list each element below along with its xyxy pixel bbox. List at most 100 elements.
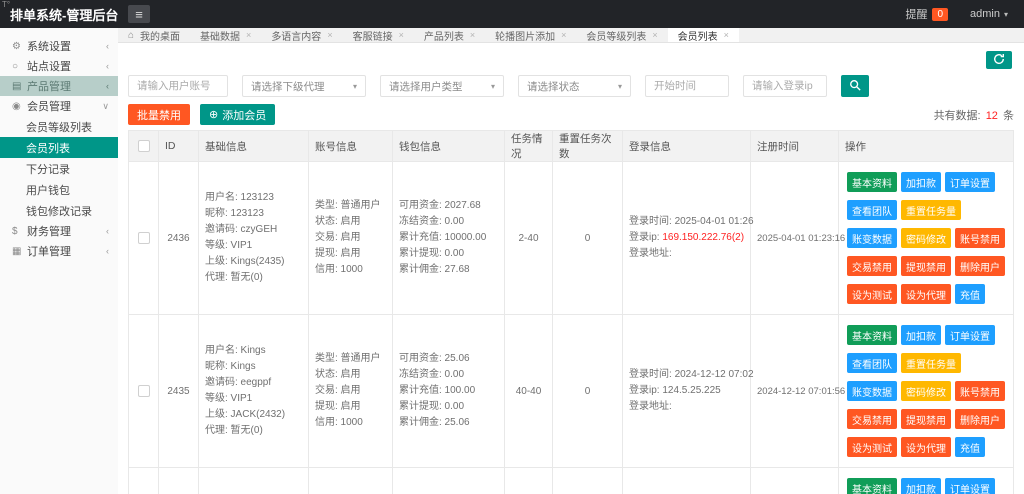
tab[interactable]: 产品列表× [414, 28, 485, 42]
account-input[interactable] [128, 75, 228, 97]
user-menu[interactable]: admin ▾ [970, 8, 1008, 20]
site-icon: ○ [12, 61, 27, 72]
delete-user-button[interactable]: 删除用户 [955, 256, 1005, 276]
disable-account-button[interactable]: 账号禁用 [955, 228, 1005, 248]
disable-withdraw-button[interactable]: 提现禁用 [901, 256, 951, 276]
chevron-down-icon: ∨ [102, 101, 109, 112]
sidebar-subitem[interactable]: 会员等级列表 [0, 116, 118, 137]
add-member-button[interactable]: ⊕ 添加会员 [200, 104, 275, 125]
start-time-input[interactable] [645, 75, 729, 97]
disable-account-button[interactable]: 账号禁用 [955, 381, 1005, 401]
tab[interactable]: 基础数据 × [190, 28, 261, 42]
disable-trade-button[interactable]: 交易禁用 [847, 409, 897, 429]
tab-label: 多语言内容 [271, 28, 321, 43]
close-icon[interactable]: × [561, 30, 566, 40]
column-header: 操作 [839, 131, 1014, 162]
table-row: 2436用户名: 123123昵称: 123123邀请码: czyGEH等级: … [129, 162, 1014, 315]
topbar: T° 排单系统-管理后台 ≡ 提醒 0 admin ▾ [0, 0, 1024, 28]
view-team-button[interactable]: 查看团队 [847, 200, 897, 220]
record-count-summary: 共有数据: 12 条 [934, 107, 1014, 123]
close-icon[interactable]: × [246, 30, 251, 40]
sidebar-subitem-label: 用户钱包 [26, 182, 70, 198]
sidebar-item-label: 会员管理 [27, 98, 71, 114]
chevron-left-icon: ‹ [106, 226, 109, 236]
set-as-test-button[interactable]: 设为测试 [847, 284, 897, 304]
row-checkbox[interactable] [138, 232, 150, 244]
adjust-funds-button[interactable]: 加扣款 [901, 478, 941, 494]
set-as-agent-button[interactable]: 设为代理 [901, 284, 951, 304]
agent-select[interactable]: 请选择下级代理 ▾ [242, 75, 366, 97]
order-settings-button[interactable]: 订单设置 [945, 325, 995, 345]
sidebar-item[interactable]: ◉会员管理 ∨ [0, 96, 118, 116]
change-password-button[interactable]: 密码修改 [901, 228, 951, 248]
basic-profile-button[interactable]: 基本资料 [847, 478, 897, 494]
recharge-button[interactable]: 充值 [955, 284, 985, 304]
notice-label[interactable]: 提醒 [905, 6, 927, 22]
login-ip-input[interactable] [743, 75, 827, 97]
topbar-right: 提醒 0 admin ▾ [905, 6, 1024, 22]
adjust-funds-button[interactable]: 加扣款 [901, 325, 941, 345]
search-button[interactable] [841, 75, 869, 97]
reset-task-count-button[interactable]: 重置任务量 [901, 353, 961, 373]
account-change-data-button[interactable]: 账变数据 [847, 381, 897, 401]
view-team-button[interactable]: 查看团队 [847, 353, 897, 373]
sidebar-subitem[interactable]: 钱包修改记录 [0, 200, 118, 221]
row-checkbox[interactable] [138, 385, 150, 397]
tab-label: 基础数据 [200, 28, 240, 43]
column-header: 任务情况 [505, 131, 553, 162]
reset-count-cell: 0 [553, 315, 623, 468]
close-icon[interactable]: × [399, 30, 404, 40]
sidebar-subitem-label: 会员列表 [26, 140, 70, 156]
notice-count-badge[interactable]: 0 [932, 8, 948, 21]
close-icon[interactable]: × [724, 30, 729, 40]
tab[interactable]: 多语言内容 × [261, 28, 342, 42]
task-status-cell: 40-40 [505, 315, 553, 468]
tab[interactable]: ⌂我的桌面 [118, 28, 190, 42]
basic-profile-button[interactable]: 基本资料 [847, 172, 897, 192]
wallet-info-cell: 可用资金: 2027.68冻结资金: 0.00累计充值: 10000.00累计提… [393, 162, 505, 315]
sidebar-item[interactable]: $财务管理‹ [0, 221, 118, 241]
status-select[interactable]: 请选择状态 ▾ [518, 75, 631, 97]
select-all-checkbox[interactable] [138, 140, 150, 152]
wallet-info-cell: 可用资金: 16.69冻结资金: 0.00累计充值: 100.00 [393, 468, 505, 494]
member-icon: ◉ [12, 101, 27, 112]
set-as-test-button[interactable]: 设为测试 [847, 437, 897, 457]
sidebar-subitem[interactable]: 用户钱包 [0, 179, 118, 200]
sidebar-item[interactable]: ▦订单管理‹ [0, 241, 118, 261]
caret-down-icon: ▾ [1004, 10, 1008, 19]
username: admin [970, 8, 1000, 20]
sidebar-item[interactable]: ▤产品管理‹ [0, 76, 118, 96]
tab[interactable]: 会员等级列表× [576, 28, 667, 42]
reset-task-count-button[interactable]: 重置任务量 [901, 200, 961, 220]
sidebar-item[interactable]: ○站点设置‹ [0, 56, 118, 76]
tab[interactable]: 会员列表× [668, 28, 739, 42]
sidebar-subitem[interactable]: 会员列表 [0, 137, 118, 158]
tab[interactable]: 轮播图片添加× [485, 28, 576, 42]
close-icon[interactable]: × [470, 30, 475, 40]
delete-user-button[interactable]: 删除用户 [955, 409, 1005, 429]
sidebar-subitem-label: 下分记录 [26, 161, 70, 177]
sidebar-item-label: 订单管理 [27, 243, 71, 259]
user-type-select[interactable]: 请选择用户类型 ▾ [380, 75, 504, 97]
sidebar-subitem[interactable]: 下分记录 [0, 158, 118, 179]
disable-withdraw-button[interactable]: 提现禁用 [901, 409, 951, 429]
close-icon[interactable]: × [652, 30, 657, 40]
account-change-data-button[interactable]: 账变数据 [847, 228, 897, 248]
chevron-left-icon: ‹ [106, 41, 109, 51]
tab[interactable]: 客服链接× [343, 28, 414, 42]
order-settings-button[interactable]: 订单设置 [945, 172, 995, 192]
close-icon[interactable]: × [327, 30, 332, 40]
batch-disable-button[interactable]: 批量禁用 [128, 104, 190, 125]
recharge-button[interactable]: 充值 [955, 437, 985, 457]
refresh-button[interactable] [986, 51, 1012, 69]
disable-trade-button[interactable]: 交易禁用 [847, 256, 897, 276]
account-info-cell: 类型: 普通用户状态: 启用交易: 启用提现: 启用信用: 1000 [309, 315, 393, 468]
hamburger-menu-icon[interactable]: ≡ [128, 5, 150, 23]
change-password-button[interactable]: 密码修改 [901, 381, 951, 401]
account-info-cell: 类型: 普通用户状态: 启用交易: 启用 [309, 468, 393, 494]
adjust-funds-button[interactable]: 加扣款 [901, 172, 941, 192]
order-settings-button[interactable]: 订单设置 [945, 478, 995, 494]
basic-profile-button[interactable]: 基本资料 [847, 325, 897, 345]
sidebar-item[interactable]: ⚙系统设置‹ [0, 36, 118, 56]
set-as-agent-button[interactable]: 设为代理 [901, 437, 951, 457]
